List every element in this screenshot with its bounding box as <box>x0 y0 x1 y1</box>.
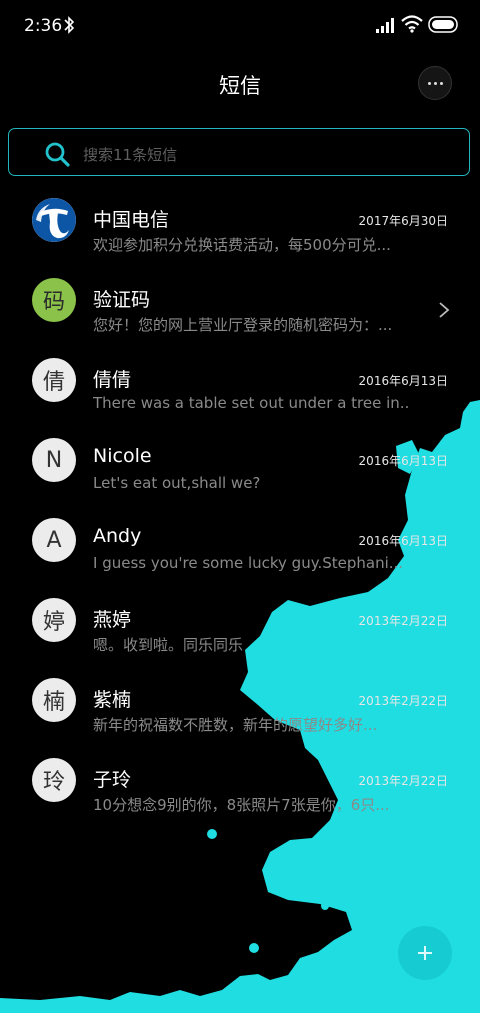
more-options-button[interactable] <box>418 66 452 100</box>
message-item-zinan[interactable]: 楠 紫楠 2013年2月22日 新年的祝福数不胜数，新年的愿望好多好... <box>0 658 480 738</box>
message-date: 2017年6月30日 <box>358 214 448 228</box>
message-preview: 您好！您的网上营业厅登录的随机密码为：... <box>93 316 393 334</box>
message-sender: 中国电信 <box>93 209 170 231</box>
message-sender: 紫楠 <box>93 689 132 711</box>
message-item-china-telecom[interactable]: 中国电信 2017年6月30日 欢迎参加积分兑换话费活动，每500分可兑... <box>0 178 480 258</box>
message-sender: 倩倩 <box>93 369 132 391</box>
wifi-icon <box>401 15 423 33</box>
message-preview: 新年的祝福数不胜数，新年的愿望好多好... <box>93 716 378 734</box>
message-item-andy[interactable]: A Andy 2016年6月13日 I guess you're some lu… <box>0 498 480 578</box>
bluetooth-icon <box>64 16 75 34</box>
avatar: A <box>32 518 76 562</box>
message-item-qianqian[interactable]: 倩 倩倩 2016年6月13日 There was a table set ou… <box>0 338 480 418</box>
message-item-nicole[interactable]: N Nicole 2016年6月13日 Let's eat out,shall … <box>0 418 480 498</box>
status-time: 2:36 <box>24 16 63 36</box>
message-preview: Let's eat out,shall we? <box>93 474 261 492</box>
message-preview: There was a table set out under a tree i… <box>93 394 408 412</box>
message-item-yanting[interactable]: 婷 燕婷 2013年2月22日 嗯。收到啦。同乐同乐 <box>0 578 480 658</box>
message-preview: I guess you're some lucky guy.Stephani..… <box>93 554 404 572</box>
message-preview: 欢迎参加积分兑换话费活动，每500分可兑... <box>93 236 391 254</box>
avatar: 倩 <box>32 358 76 402</box>
search-input[interactable]: 搜索11条短信 <box>8 128 470 176</box>
avatar: 婷 <box>32 598 76 642</box>
chevron-right-icon <box>439 302 450 318</box>
message-date: 2013年2月22日 <box>358 694 448 708</box>
message-sender: 子玲 <box>93 769 132 791</box>
message-date: 2016年6月13日 <box>358 454 448 468</box>
more-dots-icon <box>427 81 431 85</box>
battery-icon <box>428 16 458 33</box>
message-sender: Andy <box>93 525 142 547</box>
avatar: 玲 <box>32 758 76 802</box>
message-list: 中国电信 2017年6月30日 欢迎参加积分兑换话费活动，每500分可兑... … <box>0 178 480 818</box>
plus-icon <box>418 946 432 960</box>
message-sender: Nicole <box>93 445 152 467</box>
avatar: N <box>32 438 76 482</box>
message-sender: 验证码 <box>93 289 151 311</box>
message-item-ziling[interactable]: 玲 子玲 2013年2月22日 10分想念9别的你，8张照片7张是你，6只... <box>0 738 480 818</box>
message-date: 2016年6月13日 <box>358 374 448 388</box>
signal-icon <box>376 18 394 33</box>
message-sender: 燕婷 <box>93 609 132 631</box>
header: 短信 <box>0 60 480 110</box>
avatar: 楠 <box>32 678 76 722</box>
message-date: 2016年6月13日 <box>358 534 448 548</box>
message-preview: 10分想念9别的你，8张照片7张是你，6只... <box>93 796 390 814</box>
search-icon <box>45 142 70 167</box>
page-title: 短信 <box>219 74 261 98</box>
search-placeholder: 搜索11条短信 <box>83 146 178 164</box>
china-telecom-logo-icon <box>32 198 76 242</box>
avatar: 码 <box>32 278 76 322</box>
china-telecom-logo-avatar <box>32 198 76 242</box>
message-date: 2013年2月22日 <box>358 614 448 628</box>
message-date: 2013年2月22日 <box>358 774 448 788</box>
message-preview: 嗯。收到啦。同乐同乐 <box>93 636 244 654</box>
compose-button[interactable] <box>398 926 452 980</box>
message-item-verification-code[interactable]: 码 验证码 您好！您的网上营业厅登录的随机密码为：... <box>0 258 480 338</box>
status-bar: 2:36 <box>0 0 480 54</box>
